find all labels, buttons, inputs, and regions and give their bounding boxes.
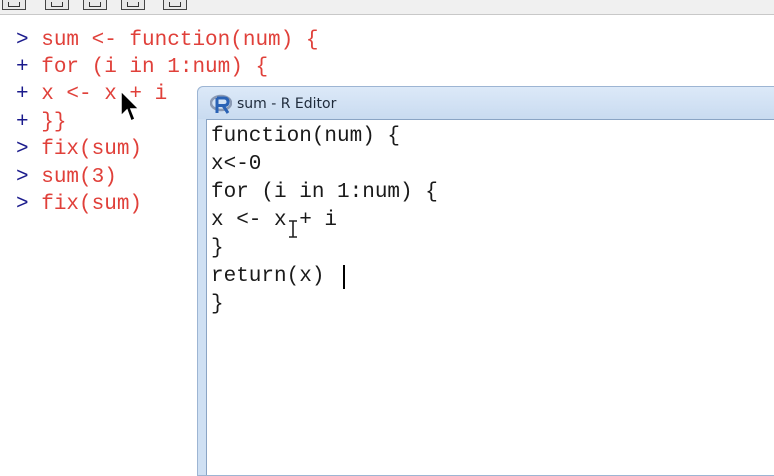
copy-paste-icon[interactable]	[83, 0, 107, 10]
console-prompt: >	[16, 29, 29, 52]
console-line: + }}	[16, 110, 66, 136]
editor-titlebar[interactable]: sum - R Editor	[198, 87, 774, 119]
console-prompt: +	[16, 56, 29, 79]
open-script-icon[interactable]	[2, 0, 26, 10]
toolbar	[0, 0, 774, 15]
console-code: }}	[41, 111, 67, 134]
r-logo-icon	[210, 94, 232, 114]
code-line: return(x)	[211, 265, 325, 288]
print-icon[interactable]	[121, 0, 145, 10]
editor-title: sum - R Editor	[237, 96, 337, 112]
code-line: }	[211, 293, 224, 316]
console-line: > sum(3)	[16, 165, 117, 191]
r-editor-window[interactable]: sum - R Editor function(num) { x<-0 for …	[197, 86, 774, 476]
console-prompt: +	[16, 111, 29, 134]
console-code: for (i in 1:num) {	[41, 56, 269, 79]
code-line: for (i in 1:num) {	[211, 181, 438, 204]
mouse-pointer-icon	[120, 90, 141, 123]
console-code: sum <- function(num) {	[41, 29, 319, 52]
console-code: fix(sum)	[41, 138, 143, 161]
code-line: }	[211, 237, 224, 260]
stop-icon[interactable]	[163, 0, 187, 10]
console-line: > fix(sum)	[16, 137, 142, 163]
console-code: fix(sum)	[41, 193, 143, 216]
code-line: x <- x + i	[211, 209, 338, 232]
save-icon[interactable]	[45, 0, 69, 10]
console-prompt: +	[16, 83, 29, 106]
console-prompt: >	[16, 166, 29, 189]
console-code: x <- x + i	[41, 83, 168, 106]
console-prompt: >	[16, 138, 29, 161]
console-line: > fix(sum)	[16, 192, 142, 218]
console-line: + for (i in 1:num) {	[16, 55, 268, 81]
console-line: + x <- x + i	[16, 82, 167, 108]
console-prompt: >	[16, 193, 29, 216]
console-line: > sum <- function(num) {	[16, 28, 318, 54]
console-code: sum(3)	[41, 166, 117, 189]
code-line: function(num) {	[211, 125, 401, 148]
editor-text-area[interactable]: function(num) { x<-0 for (i in 1:num) { …	[206, 119, 774, 475]
code-line: x<-0	[211, 153, 262, 176]
ibeam-cursor-icon	[289, 220, 297, 238]
text-caret	[343, 265, 345, 289]
